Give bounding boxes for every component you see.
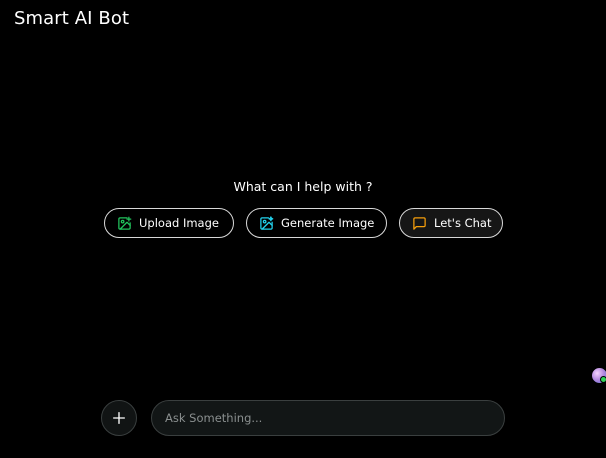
upload-image-label: Upload Image (139, 216, 219, 230)
plus-icon (111, 410, 127, 426)
assistant-avatar-icon[interactable] (592, 368, 606, 383)
add-attachment-button[interactable] (101, 400, 137, 436)
quick-actions: Upload Image Generate Image Let's Chat (104, 208, 503, 238)
message-input[interactable] (151, 400, 505, 436)
app-title: Smart AI Bot (14, 8, 130, 29)
generate-image-button[interactable]: Generate Image (246, 208, 387, 238)
generate-image-label: Generate Image (281, 216, 375, 230)
image-plus-icon (117, 216, 132, 231)
lets-chat-label: Let's Chat (434, 216, 492, 230)
image-sparkle-icon (259, 215, 274, 231)
upload-image-button[interactable]: Upload Image (104, 208, 234, 238)
message-square-icon (412, 216, 427, 231)
app-root: Smart AI Bot What can I help with ? Uplo… (0, 0, 606, 458)
online-status-dot (600, 376, 606, 383)
lets-chat-button[interactable]: Let's Chat (399, 208, 503, 238)
welcome-prompt: What can I help with ? (233, 179, 373, 194)
